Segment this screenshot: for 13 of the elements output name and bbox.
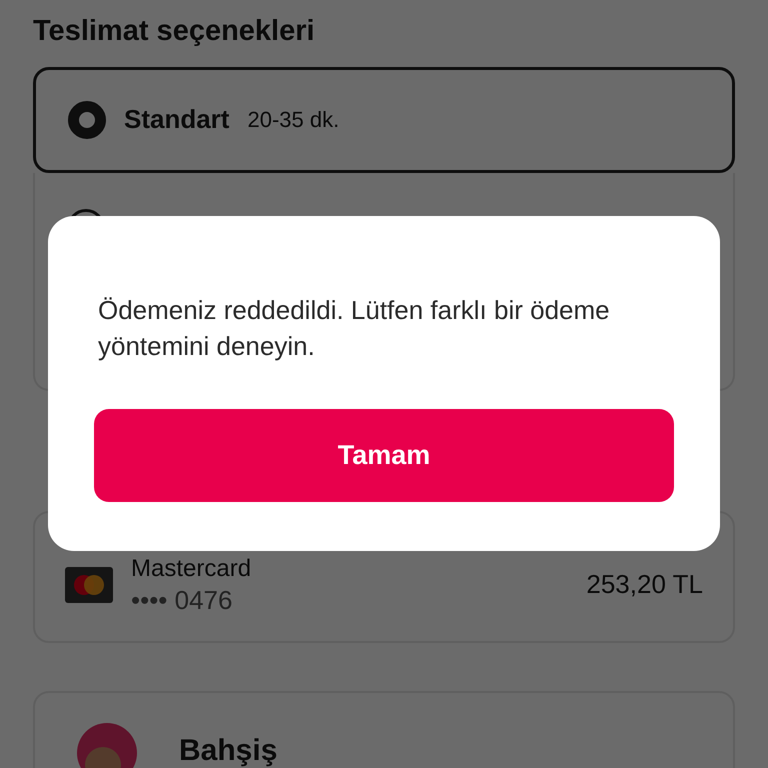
payment-amount: 253,20 TL [586,568,703,602]
option-label: Standart [124,103,230,136]
delivery-time: 20-35 dk. [247,106,340,134]
card-logo-icon [65,566,113,603]
card-number: •••• 0476 [131,584,234,616]
tip-card[interactable]: Bahşiş [33,690,735,768]
error-message: Ödemeniz reddedildi. Lütfen farklı bir ödeme yöntemini deneyin. [98,294,611,364]
radio-button[interactable] [68,100,106,139]
section-heading: Teslimat seçenekleri [33,14,316,49]
delivery-option[interactable]: Standart 20-35 dk. [33,66,735,173]
tip-title: Bahşiş [179,733,278,768]
card-brand: Mastercard [131,554,252,584]
ok-button[interactable]: Tamam [94,408,674,502]
